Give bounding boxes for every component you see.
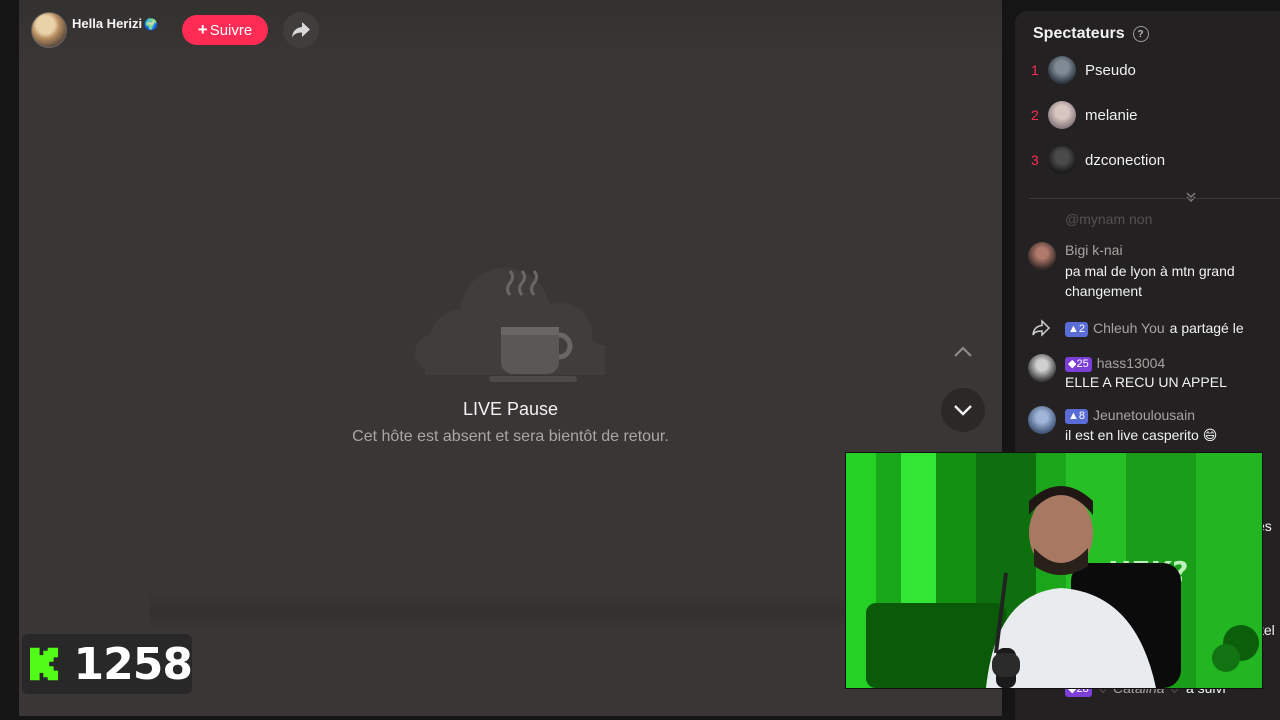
chevron-double-down-icon[interactable]: [1185, 191, 1197, 203]
viewer-rank: 3: [1031, 152, 1039, 168]
viewer-name: melanie: [1085, 106, 1138, 124]
chevron-down-icon: [954, 405, 972, 416]
viewer-rank: 1: [1031, 62, 1039, 78]
host-avatar[interactable]: [31, 12, 67, 48]
follow-label: Suivre: [209, 21, 253, 39]
share-action-text: a partagé le: [1169, 320, 1244, 336]
globe-icon: 🌍: [144, 19, 158, 31]
kick-viewer-counter: 1258: [22, 634, 193, 694]
commenter-line: ▲8 Jeunetoulousain: [1065, 407, 1195, 424]
share-button[interactable]: [283, 12, 319, 48]
commenter-name[interactable]: hass13004: [1097, 355, 1166, 371]
viewer-row[interactable]: 3 dzconection: [1015, 145, 1280, 175]
viewers-header: Spectateurs ?: [1033, 25, 1149, 43]
plus-icon: +: [197, 20, 208, 39]
top-gradient: [19, 0, 1002, 60]
viewer-rank: 2: [1031, 107, 1039, 123]
streamer-webcam: HEK?: [845, 452, 1263, 689]
commenter-avatar[interactable]: [1028, 406, 1056, 434]
chat-comment: ▲8 Jeunetoulousain il est en live casperi…: [1015, 404, 1280, 448]
level-badge: ▲8: [1065, 409, 1089, 424]
share-arrow-icon: [292, 22, 310, 38]
kick-logo-icon: [30, 647, 59, 681]
chat-comment: ◆25 hass13004 ELLE A RECU UN APPEL: [1015, 352, 1280, 396]
faded-comment: @mynam non: [1065, 211, 1153, 227]
pause-subtitle: Cet hôte est absent et sera bientôt de r…: [352, 428, 669, 445]
viewer-name: Pseudo: [1085, 61, 1136, 79]
webcam-scene: HEK?: [846, 453, 1262, 688]
commenter-line: ◆25 hass13004: [1065, 355, 1165, 372]
commenter-avatar[interactable]: [1028, 354, 1056, 382]
bottom-shade: [149, 592, 869, 632]
commenter-avatar[interactable]: [1028, 242, 1056, 270]
level-badge: ◆25: [1065, 357, 1092, 372]
kick-viewer-count: 1258: [73, 638, 193, 690]
share-event-line: ▲2 Chleuh You a partagé le: [1065, 320, 1244, 337]
commenter-name[interactable]: Bigi k-nai: [1065, 242, 1123, 258]
chat-comment: Bigi k-nai pa mal de lyon à mtn grand ch…: [1015, 240, 1280, 300]
divider: [1029, 198, 1280, 199]
follow-button[interactable]: + Suivre: [182, 15, 268, 45]
viewers-title: Spectateurs: [1033, 25, 1125, 42]
viewer-row[interactable]: 2 melanie: [1015, 100, 1280, 130]
chevron-up-icon: [954, 346, 972, 357]
level-badge: ▲2: [1065, 322, 1089, 337]
help-icon[interactable]: ?: [1132, 26, 1149, 42]
previous-live-button[interactable]: [941, 330, 985, 374]
host-name-text: Hella Herizi: [72, 16, 143, 31]
viewer-avatar: [1048, 146, 1076, 174]
coffee-cloud-icon: [415, 268, 605, 382]
viewer-avatar: [1048, 56, 1076, 84]
share-icon: [1032, 319, 1051, 337]
commenter-name[interactable]: Jeunetoulousain: [1093, 407, 1195, 423]
host-name[interactable]: Hella Herizi 🌍: [72, 16, 158, 31]
comment-text: il est en live casperito 😄: [1065, 427, 1218, 443]
next-live-button[interactable]: [941, 388, 985, 432]
chat-share-event: ▲2 Chleuh You a partagé le: [1015, 317, 1280, 341]
viewer-avatar: [1048, 101, 1076, 129]
comment-text: ELLE A RECU UN APPEL: [1065, 374, 1227, 390]
commenter-name[interactable]: Chleuh You: [1093, 320, 1165, 336]
comment-text: pa mal de lyon à mtn grand changement: [1065, 263, 1235, 299]
viewer-name: dzconection: [1085, 151, 1166, 169]
host-bar: Hella Herizi 🌍 + Suivre: [31, 12, 319, 48]
pause-title: LIVE Pause: [462, 399, 559, 419]
viewer-row[interactable]: 1 Pseudo: [1015, 55, 1280, 85]
